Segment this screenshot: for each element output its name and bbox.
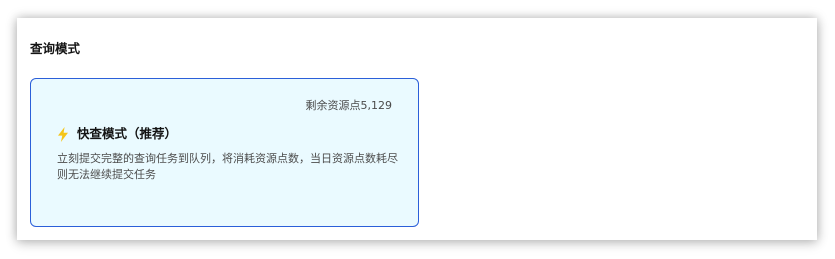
quick-mode-option-card[interactable]: 剩余资源点5,129 快查模式（推荐） 立刻提交完整的查询任务到队列，将消耗资源… xyxy=(30,78,419,227)
mode-header: 快查模式（推荐） xyxy=(57,125,177,143)
query-mode-panel: 查询模式 剩余资源点5,129 快查模式（推荐） 立刻提交完整的查询任务到队列，… xyxy=(17,18,817,240)
lightning-bolt-icon xyxy=(57,126,69,142)
remaining-resource-points: 剩余资源点5,129 xyxy=(305,99,393,112)
mode-title: 快查模式（推荐） xyxy=(77,126,178,141)
section-title: 查询模式 xyxy=(30,41,81,56)
mode-description: 立刻提交完整的查询任务到队列，将消耗资源点数，当日资源点数耗尽则无法继续提交任务 xyxy=(57,152,398,181)
